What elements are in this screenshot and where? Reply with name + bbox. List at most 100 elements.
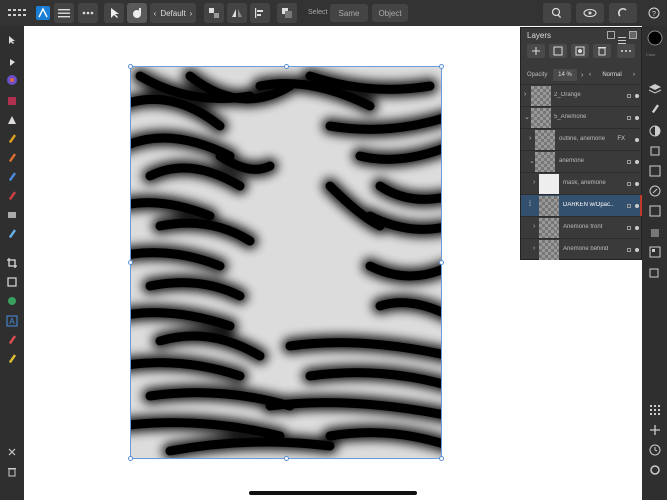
preset-selector[interactable]: ‹ Default › xyxy=(150,3,196,23)
settings-icon[interactable] xyxy=(646,462,663,478)
navigator-icon[interactable] xyxy=(646,183,663,199)
layer-row[interactable]: › Anemone front xyxy=(521,216,643,238)
trash-icon[interactable] xyxy=(3,463,21,480)
visibility-dot[interactable] xyxy=(635,94,639,98)
view-tool-icon[interactable] xyxy=(3,53,21,70)
selection-handle[interactable] xyxy=(439,64,444,69)
snapping-grid-icon[interactable] xyxy=(646,402,663,418)
brushes-studio-icon[interactable] xyxy=(646,101,663,117)
expand-chevron-icon[interactable]: › xyxy=(529,135,531,142)
text-tool-icon[interactable]: A xyxy=(3,312,21,329)
panel-menu-icon[interactable] xyxy=(618,31,626,44)
blend-mode-select[interactable]: ‹ Normal › xyxy=(587,69,637,81)
brush-icon[interactable] xyxy=(127,3,147,23)
align-icon[interactable] xyxy=(204,3,224,23)
color-picker-icon[interactable] xyxy=(3,71,21,88)
group-icon[interactable] xyxy=(549,44,567,58)
selection-handle[interactable] xyxy=(284,64,289,69)
text-style-icon[interactable] xyxy=(646,203,663,219)
more-icon[interactable] xyxy=(78,3,98,23)
same-button[interactable]: Same xyxy=(330,4,368,22)
selection-handle[interactable] xyxy=(128,64,133,69)
expand-chevron-icon[interactable]: ⌄ xyxy=(524,113,530,121)
expand-chevron-icon[interactable]: › xyxy=(533,245,535,252)
menu-icon[interactable] xyxy=(54,3,74,23)
shape-tool-icon[interactable] xyxy=(3,273,21,290)
mask-icon[interactable] xyxy=(571,44,589,58)
selection-handle[interactable] xyxy=(128,456,133,461)
lock-icon[interactable] xyxy=(627,94,631,98)
visibility-dot[interactable] xyxy=(635,204,639,208)
smudge-tool-icon[interactable] xyxy=(3,168,21,185)
brush-tool-icon[interactable] xyxy=(3,149,21,166)
lock-icon[interactable] xyxy=(627,204,631,208)
visibility-dot[interactable] xyxy=(635,116,639,120)
lock-icon[interactable] xyxy=(627,226,631,230)
lock-icon[interactable] xyxy=(627,116,631,120)
delete-layer-icon[interactable] xyxy=(593,44,611,58)
grid-icon[interactable] xyxy=(4,3,30,23)
selection-handle[interactable] xyxy=(128,260,133,265)
layer-row-selected[interactable]: ⁞ DARKEN w/Opac... xyxy=(521,194,643,217)
color-swatch-icon[interactable] xyxy=(646,30,663,46)
distribute-icon[interactable] xyxy=(250,3,270,23)
close-icon[interactable] xyxy=(3,443,21,460)
stock-icon[interactable] xyxy=(646,244,663,260)
layer-row[interactable]: ⌄ 5_Anemone xyxy=(521,106,643,128)
transform-icon[interactable] xyxy=(646,264,663,280)
pen-tool-icon[interactable] xyxy=(3,111,21,128)
selection-brush-icon[interactable] xyxy=(3,225,21,242)
panel-expand-icon[interactable] xyxy=(629,31,637,39)
opacity-value[interactable]: 14 % xyxy=(553,69,577,81)
visibility-dot[interactable] xyxy=(635,226,639,230)
visibility-dot[interactable] xyxy=(635,138,639,142)
eyedropper-icon[interactable] xyxy=(3,331,21,348)
selection-handle[interactable] xyxy=(284,456,289,461)
layer-row[interactable]: › outline, anemone FX xyxy=(521,128,643,150)
fill-tool-icon[interactable] xyxy=(3,92,21,109)
expand-chevron-icon[interactable]: › xyxy=(533,223,535,230)
more-options-icon[interactable] xyxy=(617,44,635,58)
help-icon[interactable]: ? xyxy=(644,3,664,23)
zoom-icon[interactable] xyxy=(543,3,571,23)
lock-icon[interactable] xyxy=(627,182,631,186)
drag-handle-icon[interactable]: ⁞ xyxy=(529,201,531,208)
arrange-icon[interactable] xyxy=(277,3,297,23)
layer-row[interactable]: › Anemone behind xyxy=(521,238,643,260)
layers-studio-icon[interactable] xyxy=(646,81,663,97)
expand-chevron-icon[interactable]: ⌄ xyxy=(529,157,535,165)
move-tool-icon[interactable] xyxy=(104,3,124,23)
selection-handle[interactable] xyxy=(439,456,444,461)
channels-icon[interactable] xyxy=(646,143,663,159)
lock-icon[interactable] xyxy=(627,248,631,252)
adjustment-icon[interactable] xyxy=(646,123,663,139)
visibility-dot[interactable] xyxy=(635,248,639,252)
expand-chevron-icon[interactable]: › xyxy=(533,179,535,186)
snapping-icon[interactable] xyxy=(609,3,637,23)
view-icon[interactable] xyxy=(576,3,604,23)
move-cross-icon[interactable] xyxy=(646,422,663,438)
add-layer-button[interactable] xyxy=(527,44,545,58)
flood-select-icon[interactable] xyxy=(3,292,21,309)
ruler-icon[interactable] xyxy=(3,350,21,367)
panel-options-icon[interactable] xyxy=(607,31,615,39)
fx-icon[interactable] xyxy=(646,163,663,179)
visibility-dot[interactable] xyxy=(635,160,639,164)
pencil-tool-icon[interactable] xyxy=(3,130,21,147)
flip-icon[interactable] xyxy=(227,3,247,23)
crop-tool-icon[interactable] xyxy=(3,254,21,271)
history-icon[interactable] xyxy=(646,225,663,241)
layer-row[interactable]: ⌄ anemone xyxy=(521,150,643,172)
visibility-dot[interactable] xyxy=(635,182,639,186)
layer-row[interactable]: › mask, anemone xyxy=(521,172,643,194)
eraser-tool-icon[interactable] xyxy=(3,187,21,204)
clock-icon[interactable] xyxy=(646,442,663,458)
move-tool-icon[interactable] xyxy=(3,31,21,48)
object-button[interactable]: Object xyxy=(372,4,408,22)
selection-handle[interactable] xyxy=(439,260,444,265)
affinity-photo-icon[interactable] xyxy=(36,3,50,23)
gradient-tool-icon[interactable] xyxy=(3,206,21,223)
lock-icon[interactable] xyxy=(627,160,631,164)
expand-chevron-icon[interactable]: › xyxy=(524,91,526,98)
layer-row[interactable]: › 2_Orange xyxy=(521,84,643,106)
